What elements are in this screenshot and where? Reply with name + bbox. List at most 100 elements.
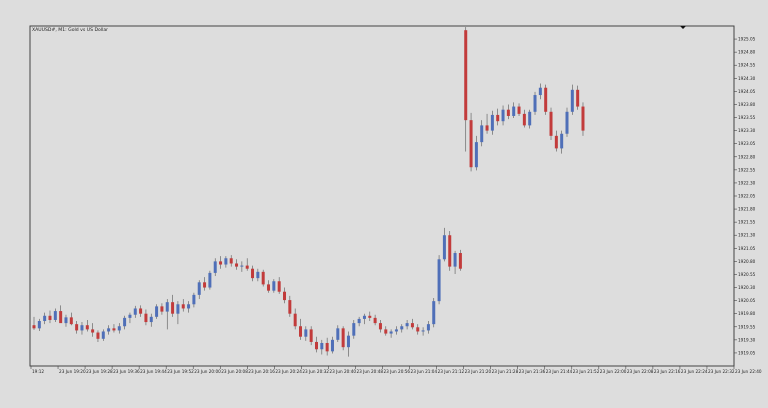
bull-candle: [336, 328, 340, 340]
time-tick-label: 23 Jun 21:04: [411, 369, 438, 374]
bear-candle: [581, 106, 585, 131]
bull-candle: [240, 265, 244, 267]
bear-candle: [181, 304, 185, 309]
price-tick-label: 1922.80: [738, 154, 756, 159]
bull-candle: [192, 294, 196, 305]
bear-candle: [261, 271, 265, 285]
price-tick-label: 1924.80: [738, 50, 756, 55]
price-tick-label: 1920.55: [738, 272, 756, 277]
bear-candle: [544, 87, 548, 112]
price-tick-label: 1922.55: [738, 167, 756, 172]
bear-candle: [96, 332, 100, 339]
time-tick-label: 23 Jun 20:24: [275, 369, 302, 374]
bull-candle: [437, 259, 441, 302]
bear-candle: [267, 284, 271, 291]
time-tick-label: 23 Jun 21:28: [492, 369, 519, 374]
bull-candle: [107, 328, 111, 332]
time-tick-label: 23 Jun 21:20: [465, 369, 492, 374]
price-tick-label: 1923.30: [738, 128, 756, 133]
bear-candle: [378, 323, 382, 330]
price-tick-label: 1921.30: [738, 233, 756, 238]
bear-candle: [373, 317, 377, 324]
chart-background: [0, 0, 768, 404]
time-tick-label: 23 Jun 22:24: [681, 369, 708, 374]
bear-candle: [554, 135, 558, 149]
bull-candle: [512, 106, 516, 116]
bear-candle: [91, 329, 95, 333]
bull-candle: [165, 302, 169, 312]
bear-candle: [85, 325, 89, 330]
bull-candle: [272, 281, 276, 291]
price-tick-label: 1923.55: [738, 115, 756, 120]
bull-candle: [187, 304, 191, 309]
time-tick-label: 23 Jun 19:28: [86, 369, 113, 374]
bull-candle: [176, 304, 180, 314]
bear-candle: [171, 302, 175, 314]
bear-candle: [69, 317, 73, 325]
bull-candle: [565, 111, 569, 134]
bear-candle: [368, 315, 372, 318]
time-tick-label: 23 Jun 19:44: [140, 369, 167, 374]
bull-candle: [149, 316, 153, 323]
price-tick-label: 1920.80: [738, 259, 756, 264]
bull-candle: [533, 95, 537, 112]
candlestick-chart: XAUUSD#, M1: Gold vs US Dollar 1925.05 19…: [0, 0, 768, 404]
bear-candle: [32, 325, 36, 329]
bull-candle: [304, 329, 308, 337]
time-tick-label: 23 Jun 21:12: [438, 369, 465, 374]
price-tick-label: 1919.55: [738, 324, 756, 329]
bull-candle: [389, 331, 393, 334]
bull-candle: [501, 109, 505, 122]
bull-candle: [256, 271, 260, 279]
bull-candle: [346, 335, 350, 348]
bear-candle: [288, 300, 292, 314]
bear-candle: [245, 265, 249, 269]
bull-candle: [538, 87, 542, 96]
time-tick-label: 23 Jun 19:36: [113, 369, 140, 374]
bear-candle: [160, 306, 164, 312]
bull-candle: [432, 301, 436, 325]
bull-candle: [197, 282, 201, 295]
price-tick-label: 1924.05: [738, 89, 756, 94]
bear-candle: [299, 326, 302, 337]
bull-candle: [442, 235, 446, 260]
price-tick-label: 1919.05: [738, 350, 756, 355]
bear-candle: [229, 258, 233, 264]
bull-candle: [352, 323, 356, 336]
bull-candle: [426, 324, 430, 331]
time-tick-label: 23 Jun 20:40: [329, 369, 356, 374]
bull-candle: [405, 323, 409, 327]
bear-candle: [283, 291, 287, 301]
bull-candle: [123, 317, 127, 327]
price-tick-label: 1925.05: [738, 37, 756, 42]
bull-candle: [128, 314, 132, 318]
bull-candle: [453, 253, 457, 267]
bull-candle: [357, 318, 361, 324]
bear-candle: [314, 341, 318, 350]
bull-candle: [528, 111, 532, 126]
bull-candle: [480, 125, 484, 143]
time-tick-label: 23 Jun 22:40: [735, 369, 762, 374]
bear-candle: [517, 106, 521, 114]
price-tick-label: 1922.30: [738, 180, 756, 185]
time-tick-label: 23 Jun 20:00: [194, 369, 221, 374]
bull-candle: [37, 321, 41, 329]
bear-candle: [549, 111, 553, 136]
bear-candle: [235, 263, 239, 267]
bear-candle: [293, 313, 297, 327]
bull-candle: [53, 311, 57, 320]
time-tick-label: 23 Jun 20:48: [356, 369, 383, 374]
price-tick-label: 1924.30: [738, 76, 756, 81]
bull-candle: [570, 89, 574, 112]
bull-candle: [43, 315, 47, 322]
bull-candle: [560, 133, 564, 149]
bear-candle: [48, 315, 52, 320]
bear-candle: [325, 342, 329, 352]
bear-candle: [506, 109, 510, 116]
price-tick-label: 1919.80: [738, 311, 756, 316]
bear-candle: [59, 311, 63, 324]
bull-candle: [64, 317, 68, 324]
time-tick-label: 23 Jun 19:20: [59, 369, 86, 374]
price-tick-label: 1921.55: [738, 220, 756, 225]
time-tick-label: 23 Jun 22:00: [600, 369, 627, 374]
